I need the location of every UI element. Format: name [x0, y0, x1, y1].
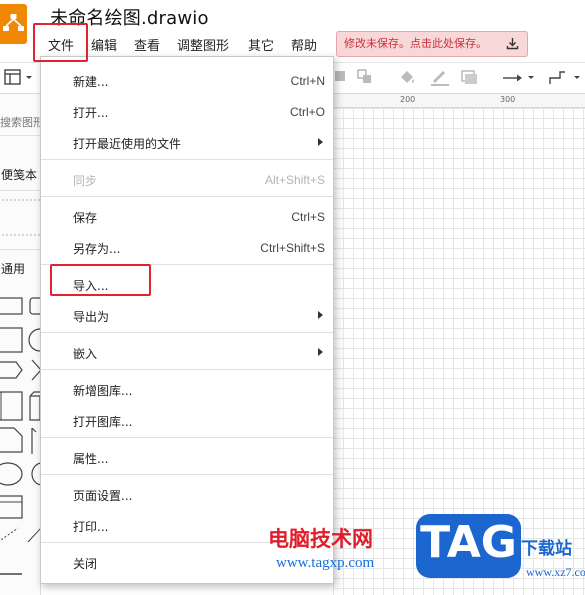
scratchpad-dropzone [2, 199, 40, 236]
connection-arrow-icon[interactable] [502, 69, 536, 87]
file-menu-new-library[interactable]: 新增图库... [41, 375, 333, 403]
watermark-url: www.tagxp.com [276, 555, 375, 571]
menu-item-shortcut: Ctrl+O [289, 105, 325, 119]
menu-item-shortcut: Ctrl+Shift+S [260, 241, 325, 255]
sidebar-divider [0, 249, 40, 250]
ruler-tick-label: 300 [500, 95, 516, 104]
unsaved-banner-text: 修改未保存。点击此处保存。 [344, 37, 487, 50]
menu-item-label: 关闭 [73, 557, 98, 571]
menu-item-shortcut: Ctrl+S [291, 210, 325, 224]
menu-separator [41, 474, 333, 475]
menu-bar: 文件 编辑 查看 调整图形 其它 帮助 [36, 32, 336, 56]
watermark-site: www.xz7.com [526, 565, 585, 579]
watermark-text: 电脑技术网 [268, 527, 373, 551]
drawio-logo-icon [3, 14, 24, 31]
file-menu-open-recent[interactable]: 打开最近使用的文件 [41, 128, 333, 156]
shapes-sidebar: 搜索图形 便笺本 通用 [0, 94, 41, 595]
title-bar: 未命名绘图.drawio [0, 0, 585, 44]
watermark: 电脑技术网 www.tagxp.com TAG 下载站 www.xz7.com [268, 512, 585, 595]
menu-item-label: 嵌入 [73, 347, 98, 361]
line-color-icon[interactable] [430, 69, 450, 87]
ruler-tick-label: 200 [400, 95, 416, 104]
shape-search-placeholder: 搜索图形 [0, 116, 41, 129]
file-menu-synchronize: 同步 Alt+Shift+S [41, 165, 333, 193]
menu-view[interactable]: 查看 [134, 35, 160, 54]
menu-separator [41, 196, 333, 197]
sidebar-general-label[interactable]: 通用 [1, 260, 25, 277]
menu-separator [41, 437, 333, 438]
file-menu-save-as[interactable]: 另存为... Ctrl+Shift+S [41, 233, 333, 261]
menu-item-label: 另存为... [73, 242, 121, 256]
menu-file[interactable]: 文件 [48, 35, 74, 54]
menu-item-label: 打开... [73, 106, 109, 120]
unsaved-changes-banner[interactable]: 修改未保存。点击此处保存。 [336, 31, 528, 57]
menu-item-label: 新增图库... [73, 384, 133, 398]
download-icon [506, 38, 519, 50]
drawio-logo [0, 4, 27, 44]
watermark-tag-text: TAG [420, 517, 517, 568]
menu-item-label: 打开图库... [73, 415, 133, 429]
format-panel-icon[interactable] [4, 69, 34, 87]
menu-item-shortcut: Ctrl+N [290, 74, 325, 88]
fill-color-icon[interactable] [398, 69, 418, 87]
file-menu-dropdown: 新建... Ctrl+N 打开... Ctrl+O 打开最近使用的文件 同步 A… [40, 56, 334, 584]
menu-item-shortcut: Alt+Shift+S [264, 173, 325, 187]
file-menu-open[interactable]: 打开... Ctrl+O [41, 97, 333, 125]
menu-arrange[interactable]: 调整图形 [177, 35, 229, 54]
to-front-icon[interactable] [334, 69, 348, 87]
sidebar-divider [0, 190, 40, 191]
shape-search-input[interactable]: 搜索图形 [0, 114, 41, 136]
menu-item-label: 保存 [73, 211, 98, 225]
menu-item-label: 新建... [73, 75, 109, 89]
menu-separator [41, 159, 333, 160]
file-menu-embed[interactable]: 嵌入 [41, 338, 333, 366]
file-menu-properties[interactable]: 属性... [41, 443, 333, 471]
menu-separator [41, 264, 333, 265]
general-shapes-palette[interactable] [0, 292, 41, 592]
file-menu-save[interactable]: 保存 Ctrl+S [41, 202, 333, 230]
submenu-arrow-icon [318, 348, 323, 356]
file-menu-import[interactable]: 导入... [41, 270, 333, 298]
horizontal-ruler: 200 300 [333, 94, 585, 108]
submenu-arrow-icon [318, 311, 323, 319]
menu-item-label: 打印... [73, 520, 109, 534]
menu-item-label: 导出为 [73, 310, 110, 324]
menu-item-label: 属性... [73, 452, 109, 466]
watermark-download-text: 下载站 [521, 539, 572, 559]
menu-item-label: 同步 [73, 174, 98, 188]
menu-separator [41, 369, 333, 370]
menu-item-label: 导入... [73, 279, 109, 293]
shadow-icon[interactable] [460, 69, 480, 87]
menu-edit[interactable]: 编辑 [91, 35, 117, 54]
document-title[interactable]: 未命名绘图.drawio [50, 4, 209, 30]
file-menu-page-setup[interactable]: 页面设置... [41, 480, 333, 508]
menu-item-label: 打开最近使用的文件 [73, 137, 182, 151]
drawio-app: 未命名绘图.drawio 文件 编辑 查看 调整图形 其它 帮助 修改未保存。点… [0, 0, 585, 595]
menu-extras[interactable]: 其它 [248, 35, 274, 54]
file-menu-export-as[interactable]: 导出为 [41, 301, 333, 329]
to-back-icon[interactable] [357, 69, 375, 87]
sidebar-scratchpad-label[interactable]: 便笺本 [1, 166, 37, 183]
watermark-tag-logo: TAG [416, 514, 521, 578]
file-menu-open-library[interactable]: 打开图库... [41, 406, 333, 434]
file-menu-new[interactable]: 新建... Ctrl+N [41, 66, 333, 94]
waypoints-icon[interactable] [548, 69, 582, 87]
menu-help[interactable]: 帮助 [291, 35, 317, 54]
menu-item-label: 页面设置... [73, 489, 133, 503]
menu-separator [41, 332, 333, 333]
submenu-arrow-icon [318, 138, 323, 146]
